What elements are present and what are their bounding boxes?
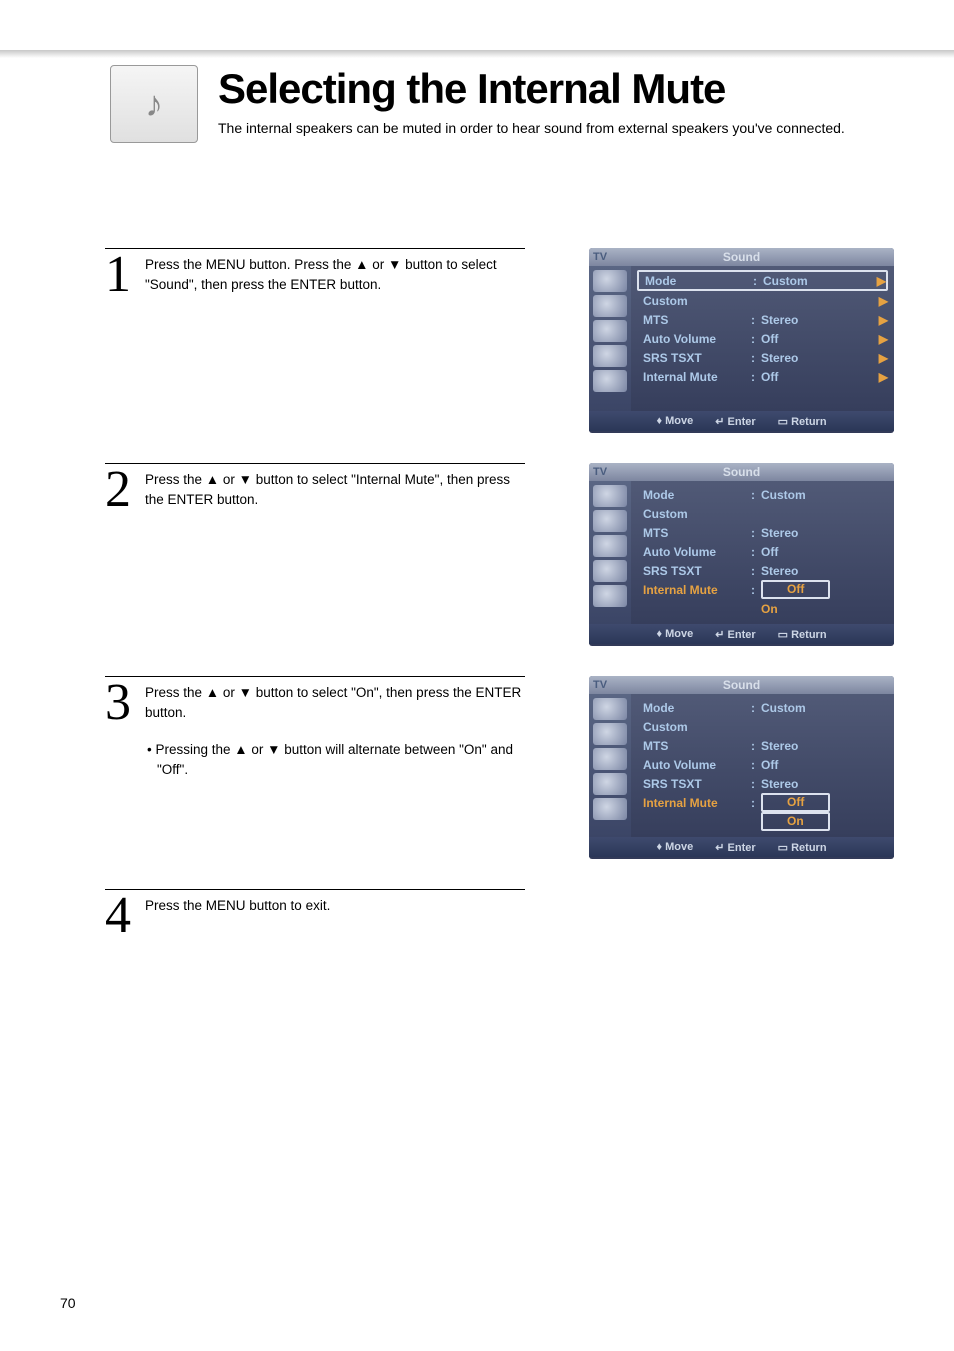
osd-row-internalmute[interactable]: Internal Mute : Off ▶ <box>637 367 888 386</box>
chevron-right-icon: ▶ <box>874 351 888 365</box>
footer-move: ♦ Move <box>656 628 693 640</box>
chevron-right-icon: ▶ <box>874 294 888 308</box>
page-title: Selecting the Internal Mute <box>218 65 894 113</box>
osd-title: Sound <box>633 465 890 479</box>
osd-row-mode[interactable]: Mode : Custom <box>637 485 888 504</box>
footer-return: ▭ Return <box>778 628 827 641</box>
footer-move: ♦ Move <box>656 841 693 853</box>
footer-return: ▭ Return <box>778 415 827 428</box>
osd-footer: ♦ Move ↵ Enter ▭ Return <box>589 411 894 431</box>
step-subtext: • Pressing the ▲ or ▼ button will altern… <box>145 740 525 779</box>
osd-panel: TV Sound Mode : Custom ▶ <box>589 248 894 433</box>
osd-value-on[interactable]: On <box>761 602 888 616</box>
chevron-right-icon: ▶ <box>874 370 888 384</box>
osd-row-custom[interactable]: Custom <box>637 717 888 736</box>
osd-panel: TV Sound Mode : Custom <box>589 463 894 646</box>
osd-row-srs[interactable]: SRS TSXT : Stereo <box>637 774 888 793</box>
step-text: Press the MENU button. Press the ▲ or ▼ … <box>145 253 525 294</box>
page-number: 70 <box>60 1295 76 1311</box>
osd-title: Sound <box>633 678 890 692</box>
step-number: 4 <box>105 894 145 938</box>
step-text: Press the ▲ or ▼ button to select "On", … <box>145 681 525 779</box>
osd-row-custom[interactable]: Custom ▶ <box>637 291 888 310</box>
step-number: 2 <box>105 468 145 512</box>
osd-category-icons <box>589 481 631 624</box>
osd-category-icons <box>589 694 631 837</box>
footer-move: ♦ Move <box>656 415 693 427</box>
osd-footer: ♦ Move ↵ Enter ▭ Return <box>589 624 894 644</box>
osd-panel: TV Sound Mode : Custom <box>589 676 894 859</box>
osd-footer: ♦ Move ↵ Enter ▭ Return <box>589 837 894 857</box>
osd-row-srs[interactable]: SRS TSXT : Stereo ▶ <box>637 348 888 367</box>
section-icon: ♪ <box>110 65 198 143</box>
osd-row-srs[interactable]: SRS TSXT : Stereo <box>637 561 888 580</box>
chevron-right-icon: ▶ <box>874 332 888 346</box>
osd-value-off[interactable]: Off <box>761 580 830 599</box>
footer-enter: ↵ Enter <box>715 415 755 428</box>
osd-value-on[interactable]: On <box>761 812 830 831</box>
osd-row-custom[interactable]: Custom <box>637 504 888 523</box>
osd-row-autovolume[interactable]: Auto Volume : Off <box>637 542 888 561</box>
step-text: Press the MENU button to exit. <box>145 894 525 916</box>
osd-row-internalmute[interactable]: Internal Mute : Off <box>637 793 888 812</box>
intro-text: The internal speakers can be muted in or… <box>218 119 894 139</box>
osd-row-internalmute[interactable]: Internal Mute : Off <box>637 580 888 599</box>
osd-row-mode[interactable]: Mode : Custom ▶ <box>637 270 888 291</box>
osd-value-off[interactable]: Off <box>761 793 830 812</box>
chevron-right-icon: ▶ <box>874 313 888 327</box>
osd-tv-label: TV <box>593 679 633 691</box>
footer-enter: ↵ Enter <box>715 841 755 854</box>
footer-return: ▭ Return <box>778 841 827 854</box>
osd-category-icons <box>589 266 631 411</box>
osd-row-autovolume[interactable]: Auto Volume : Off ▶ <box>637 329 888 348</box>
footer-enter: ↵ Enter <box>715 628 755 641</box>
osd-tv-label: TV <box>593 466 633 478</box>
osd-tv-label: TV <box>593 251 633 263</box>
step-number: 3 <box>105 681 145 725</box>
osd-row-mts[interactable]: MTS : Stereo <box>637 523 888 542</box>
step-text: Press the ▲ or ▼ button to select "Inter… <box>145 468 525 509</box>
step-number: 1 <box>105 253 145 297</box>
osd-row-mts[interactable]: MTS : Stereo ▶ <box>637 310 888 329</box>
osd-title: Sound <box>633 250 890 264</box>
osd-row-mode[interactable]: Mode : Custom <box>637 698 888 717</box>
chevron-right-icon: ▶ <box>872 274 886 288</box>
osd-row-autovolume[interactable]: Auto Volume : Off <box>637 755 888 774</box>
osd-row-mts[interactable]: MTS : Stereo <box>637 736 888 755</box>
